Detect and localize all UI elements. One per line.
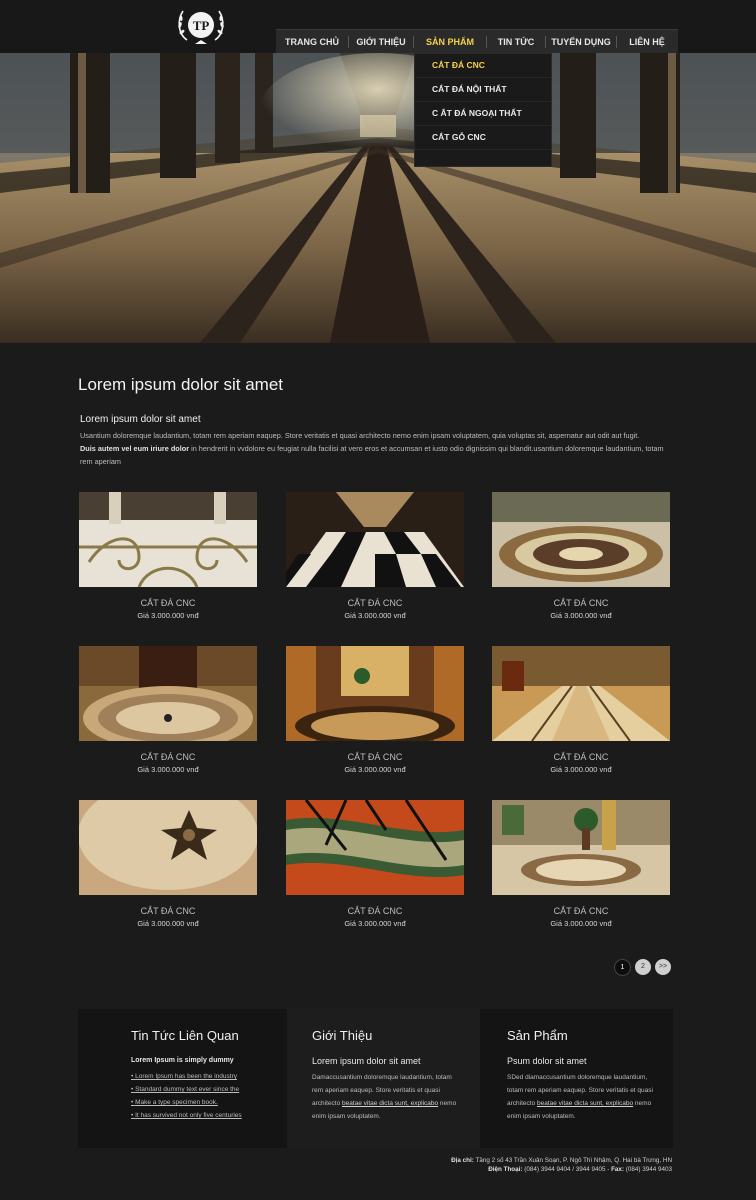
product-name[interactable]: CẮT ĐÁ CNC — [492, 752, 670, 762]
footer-products-link[interactable]: beatae vitae dicta sunt, explicabo — [537, 1100, 633, 1107]
footer-about-subtitle: Lorem ipsum dolor sit amet — [312, 1056, 421, 1066]
footer-products-text: SDed diamaccusantium doloremque laudanti… — [507, 1071, 653, 1123]
product-price: Giá 3.000.000 vnđ — [344, 919, 406, 928]
product-price: Giá 3.000.000 vnđ — [550, 919, 612, 928]
address-text: Tầng 2 số 43 Trần Xuân Soạn, P. Ngô Thì … — [473, 1157, 672, 1164]
site-logo[interactable]: TP — [173, 2, 229, 50]
product-price: Giá 3.000.000 vnđ — [137, 611, 199, 620]
product-card[interactable]: CẮT ĐÁ CNC Giá 3.000.000 vnđ — [79, 492, 257, 620]
product-name[interactable]: CẮT ĐÁ CNC — [492, 598, 670, 608]
pagination: 1 2 >> — [614, 959, 671, 976]
product-name[interactable]: CẮT ĐÁ CNC — [79, 906, 257, 916]
product-image[interactable] — [286, 800, 464, 895]
product-name[interactable]: CẮT ĐÁ CNC — [79, 752, 257, 762]
intro-title: Lorem ipsum dolor sit amet — [80, 414, 201, 425]
product-image[interactable] — [492, 800, 670, 895]
product-card[interactable]: CẮT ĐÁ CNC Giá 3.000.000 vnđ — [492, 492, 670, 620]
product-card[interactable]: CẮT ĐÁ CNC Giá 3.000.000 vnđ — [79, 800, 257, 928]
product-card[interactable]: CẮT ĐÁ CNC Giá 3.000.000 vnđ — [286, 800, 464, 928]
footer-about-title: Giới Thiệu — [312, 1028, 373, 1043]
product-price: Giá 3.000.000 vnđ — [550, 611, 612, 620]
product-price: Giá 3.000.000 vnđ — [550, 765, 612, 774]
intro-text: Usantium doloremque laudantium, totam re… — [80, 429, 676, 468]
dropdown-item-cnc-wood[interactable]: CẮT GỖ CNC — [415, 126, 551, 150]
product-image[interactable] — [286, 646, 464, 741]
product-name[interactable]: CẮT ĐÁ CNC — [79, 598, 257, 608]
product-image[interactable] — [492, 646, 670, 741]
footer-news-title: Tin Tức Liên Quan — [131, 1028, 239, 1043]
product-name[interactable]: CẮT ĐÁ CNC — [492, 906, 670, 916]
dropdown-item-interior-stone[interactable]: CẮT ĐÁ NỘI THẤT — [415, 78, 551, 102]
main-nav: TRANG CHỦ GIỚI THIỆU SẢN PHẨM TIN TỨC TU… — [276, 29, 678, 54]
product-price: Giá 3.000.000 vnđ — [137, 765, 199, 774]
footer-contact: Điện Thoại: (084) 3944 9404 / 3944 9405 … — [300, 1166, 672, 1173]
hero-banner — [0, 53, 756, 343]
product-name[interactable]: CẮT ĐÁ CNC — [286, 752, 464, 762]
footer-news-link[interactable]: Lorem Ipsum has been the industry — [131, 1070, 287, 1083]
product-name[interactable]: CẮT ĐÁ CNC — [286, 598, 464, 608]
footer-products-title: Sản Phẩm — [507, 1028, 568, 1043]
nav-item-home[interactable]: TRANG CHỦ — [276, 30, 348, 54]
nav-item-contact[interactable]: LIÊN HỆ — [617, 30, 677, 54]
nav-item-recruitment[interactable]: TUYỂN DỤNG — [546, 30, 616, 54]
footer-address: Địa chỉ: Tầng 2 số 43 Trần Xuân Soạn, P.… — [300, 1157, 672, 1164]
footer-news-links: Lorem Ipsum has been the industry Standa… — [131, 1070, 287, 1122]
product-image[interactable] — [79, 800, 257, 895]
page-button-1[interactable]: 1 — [614, 959, 631, 976]
footer-about-text: Damaccusantium doloremque laudantium, to… — [312, 1071, 460, 1123]
product-price: Giá 3.000.000 vnđ — [344, 611, 406, 620]
product-card[interactable]: CẮT ĐÁ CNC Giá 3.000.000 vnđ — [492, 800, 670, 928]
dropdown-item-exterior-stone[interactable]: C ẮT ĐÁ NGOẠI THẤT — [415, 102, 551, 126]
product-card[interactable]: CẮT ĐÁ CNC Giá 3.000.000 vnđ — [492, 646, 670, 774]
page-title: Lorem ipsum dolor sit amet — [78, 375, 284, 394]
product-image[interactable] — [286, 492, 464, 587]
footer-products-column: Sản Phẩm Psum dolor sit amet SDed diamac… — [480, 1009, 673, 1148]
nav-item-products[interactable]: SẢN PHẨM — [414, 30, 486, 54]
product-price: Giá 3.000.000 vnđ — [137, 919, 199, 928]
product-price: Giá 3.000.000 vnđ — [344, 765, 406, 774]
footer-products-subtitle: Psum dolor sit amet — [507, 1056, 587, 1066]
page-button-2[interactable]: 2 — [635, 959, 651, 975]
products-dropdown-menu: CẮT ĐÁ CNC CẮT ĐÁ NỘI THẤT C ẮT ĐÁ NGOẠI… — [414, 53, 552, 167]
footer-news-link[interactable]: Make a type specimen book. — [131, 1096, 287, 1109]
nav-item-about[interactable]: GIỚI THIỆU — [349, 30, 413, 54]
nav-item-news[interactable]: TIN TỨC — [487, 30, 545, 54]
footer-news-subtitle: Lorem Ipsum is simply dummy — [131, 1057, 234, 1064]
footer-news-link[interactable]: It has survived not only five centuries — [131, 1109, 287, 1122]
product-card[interactable]: CẮT ĐÁ CNC Giá 3.000.000 vnđ — [286, 646, 464, 774]
product-image[interactable] — [79, 646, 257, 741]
phone-text: (084) 3944 9404 / 3944 9405 - — [522, 1166, 612, 1173]
next-page-button[interactable]: >> — [655, 959, 671, 975]
product-name[interactable]: CẮT ĐÁ CNC — [286, 906, 464, 916]
address-label: Địa chỉ: — [451, 1157, 474, 1164]
fax-text: (084) 3944 9403 — [624, 1166, 672, 1173]
intro-paragraph: Usantium doloremque laudantium, totam re… — [80, 431, 640, 440]
intro-bold-text: Duis autem vel eum iriure dolor — [80, 444, 190, 453]
product-card[interactable]: CẮT ĐÁ CNC Giá 3.000.000 vnđ — [286, 492, 464, 620]
logo-text: TP — [193, 18, 210, 33]
footer-news-link[interactable]: Standard dummy text ever since the — [131, 1083, 287, 1096]
product-image[interactable] — [79, 492, 257, 587]
dropdown-item-cnc-stone[interactable]: CẮT ĐÁ CNC — [415, 54, 551, 78]
phone-label: Điện Thoại: — [488, 1166, 523, 1173]
product-card[interactable]: CẮT ĐÁ CNC Giá 3.000.000 vnđ — [79, 646, 257, 774]
footer-about-column: Giới Thiệu Lorem ipsum dolor sit amet Da… — [287, 1009, 480, 1148]
product-image[interactable] — [492, 492, 670, 587]
footer-about-link[interactable]: beatae vitae dicta sunt, explicabo — [342, 1100, 438, 1107]
footer-news-column: Tin Tức Liên Quan Lorem Ipsum is simply … — [78, 1009, 287, 1148]
fax-label: Fax: — [611, 1166, 625, 1173]
